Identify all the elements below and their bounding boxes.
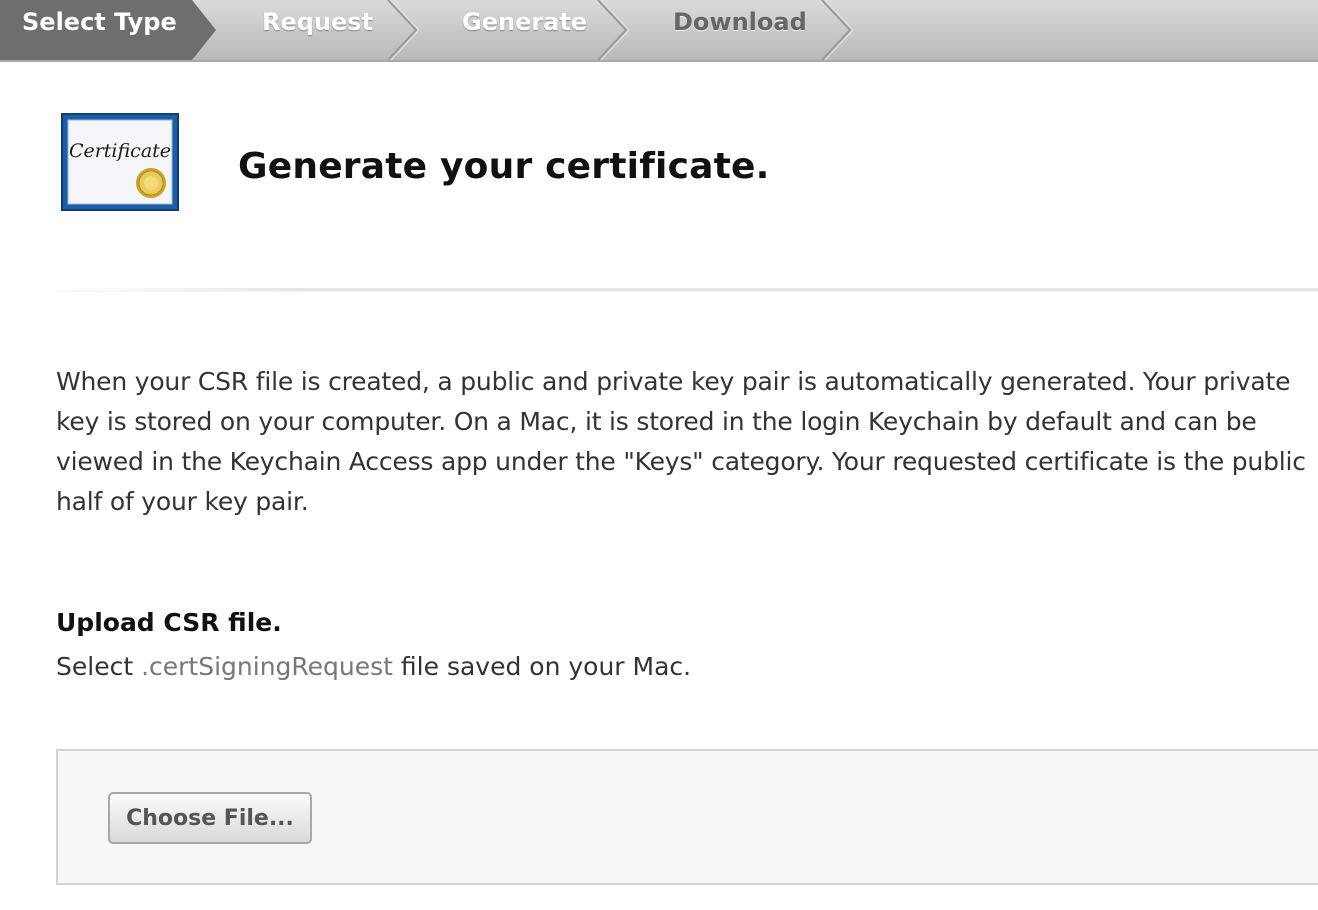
- certificate-icon: Certificate: [61, 113, 179, 211]
- upload-instruction-prefix: Select: [56, 652, 142, 681]
- step-separator: [387, 0, 418, 60]
- upload-instruction-suffix: file saved on your Mac.: [392, 652, 692, 681]
- seal-icon: [136, 168, 166, 198]
- file-extension-text: .certSigningRequest: [141, 652, 393, 681]
- choose-file-button[interactable]: Choose File...: [108, 792, 312, 844]
- step-progress-bar: Select Type Request Generate Download: [0, 0, 1318, 62]
- upload-heading: Upload CSR file.: [56, 608, 282, 637]
- certificate-icon-label: Certificate: [69, 140, 171, 162]
- section-divider: [56, 288, 1318, 291]
- page-title: Generate your certificate.: [238, 146, 770, 187]
- step-separator: [821, 0, 852, 60]
- step-request[interactable]: Request: [262, 0, 373, 60]
- step-separators: [0, 0, 854, 60]
- description-text: When your CSR file is created, a public …: [56, 367, 1306, 516]
- step-generate[interactable]: Generate: [462, 0, 587, 60]
- upload-instruction: Select .certSigningRequest file saved on…: [56, 652, 691, 681]
- step-download[interactable]: Download: [673, 0, 807, 60]
- step-separator: [597, 0, 628, 60]
- step-select-type[interactable]: Select Type: [22, 0, 177, 60]
